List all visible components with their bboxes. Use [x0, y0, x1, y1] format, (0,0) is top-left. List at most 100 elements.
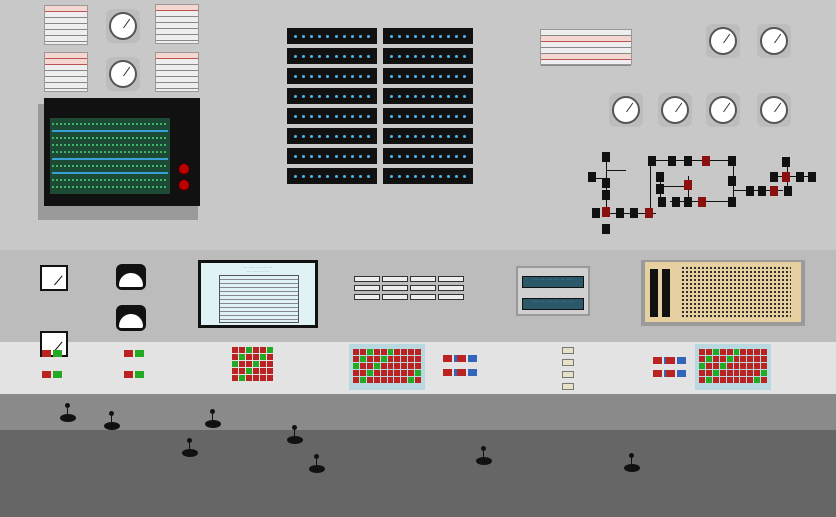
toggle-switch[interactable]	[135, 350, 144, 357]
indicator-led[interactable]	[401, 356, 408, 362]
indicator-led[interactable]	[705, 377, 712, 383]
toggle-switch[interactable]	[457, 355, 466, 362]
rotary-dial-icon[interactable]	[106, 9, 140, 43]
indicator-led[interactable]	[747, 356, 754, 362]
indicator-led[interactable]	[380, 356, 387, 362]
indicator-led[interactable]	[260, 375, 266, 381]
indicator-led[interactable]	[380, 377, 387, 383]
indicator-led[interactable]	[415, 377, 422, 383]
toggle-switch[interactable]	[53, 371, 62, 378]
indicator-led[interactable]	[740, 356, 747, 362]
indicator-led[interactable]	[747, 377, 754, 383]
indicator-led[interactable]	[712, 377, 719, 383]
indicator-led[interactable]	[394, 377, 401, 383]
mini-switch[interactable]	[562, 347, 574, 354]
indicator-led[interactable]	[232, 361, 238, 367]
toggle-switch[interactable]	[677, 357, 686, 364]
mini-switch[interactable]	[562, 371, 574, 378]
indicator-led[interactable]	[366, 370, 373, 376]
indicator-led[interactable]	[239, 375, 245, 381]
indicator-led[interactable]	[719, 363, 726, 369]
indicator-led[interactable]	[401, 349, 408, 355]
indicator-led[interactable]	[253, 375, 259, 381]
control-knob-icon[interactable]	[60, 403, 76, 422]
indicator-led[interactable]	[719, 349, 726, 355]
indicator-led[interactable]	[239, 361, 245, 367]
control-knob-icon[interactable]	[624, 453, 640, 472]
switch-pair[interactable]	[42, 350, 64, 358]
toggle-switch[interactable]	[666, 370, 675, 377]
switch-pair[interactable]	[457, 369, 479, 377]
indicator-led[interactable]	[260, 354, 266, 360]
indicator-led[interactable]	[415, 356, 422, 362]
indicator-led[interactable]	[408, 349, 415, 355]
indicator-led[interactable]	[415, 349, 422, 355]
indicator-led[interactable]	[373, 349, 380, 355]
indicator-led[interactable]	[387, 349, 394, 355]
rotary-dial-icon[interactable]	[706, 93, 740, 127]
indicator-led[interactable]	[353, 370, 359, 376]
indicator-led[interactable]	[353, 349, 359, 355]
indicator-led[interactable]	[246, 368, 252, 374]
indicator-led[interactable]	[401, 363, 408, 369]
indicator-led[interactable]	[239, 368, 245, 374]
rotary-dial-icon[interactable]	[106, 57, 140, 91]
indicator-led[interactable]	[754, 370, 761, 376]
rotary-dial-icon[interactable]	[658, 93, 692, 127]
indicator-led[interactable]	[747, 370, 754, 376]
indicator-led[interactable]	[359, 377, 366, 383]
indicator-led[interactable]	[373, 370, 380, 376]
indicator-led[interactable]	[267, 361, 273, 367]
rotary-dial-icon[interactable]	[609, 93, 643, 127]
toggle-switch[interactable]	[457, 369, 466, 376]
indicator-led[interactable]	[754, 377, 761, 383]
toggle-switch[interactable]	[677, 370, 686, 377]
indicator-led[interactable]	[246, 347, 252, 353]
indicator-led[interactable]	[733, 370, 740, 376]
indicator-led[interactable]	[719, 377, 726, 383]
indicator-led[interactable]	[401, 377, 408, 383]
indicator-led[interactable]	[712, 363, 719, 369]
indicator-led[interactable]	[761, 363, 768, 369]
indicator-led[interactable]	[359, 363, 366, 369]
indicator-led[interactable]	[394, 349, 401, 355]
indicator-led[interactable]	[373, 363, 380, 369]
toggle-switch[interactable]	[124, 350, 133, 357]
indicator-led[interactable]	[387, 370, 394, 376]
control-knob-icon[interactable]	[309, 454, 325, 473]
indicator-led[interactable]	[733, 349, 740, 355]
indicator-led[interactable]	[712, 370, 719, 376]
indicator-led[interactable]	[699, 349, 705, 355]
indicator-led[interactable]	[387, 377, 394, 383]
indicator-led[interactable]	[267, 368, 273, 374]
indicator-led[interactable]	[726, 370, 733, 376]
indicator-led[interactable]	[359, 370, 366, 376]
indicator-block[interactable]	[228, 342, 278, 384]
indicator-led[interactable]	[267, 347, 273, 353]
toggle-switch[interactable]	[653, 370, 662, 377]
control-knob-icon[interactable]	[182, 438, 198, 457]
mini-switch[interactable]	[562, 359, 574, 366]
indicator-led[interactable]	[733, 356, 740, 362]
indicator-led[interactable]	[747, 363, 754, 369]
indicator-led[interactable]	[246, 361, 252, 367]
indicator-led[interactable]	[401, 370, 408, 376]
indicator-led[interactable]	[699, 370, 705, 376]
switch-pair[interactable]	[124, 371, 146, 379]
indicator-led[interactable]	[394, 370, 401, 376]
control-knob-icon[interactable]	[104, 411, 120, 430]
toggle-switch[interactable]	[666, 357, 675, 364]
crt-red-button[interactable]	[178, 179, 190, 191]
indicator-led[interactable]	[380, 370, 387, 376]
indicator-led[interactable]	[260, 368, 266, 374]
indicator-led[interactable]	[705, 363, 712, 369]
indicator-led[interactable]	[260, 361, 266, 367]
indicator-led[interactable]	[394, 356, 401, 362]
switch-bank[interactable]	[349, 344, 425, 390]
indicator-led[interactable]	[253, 347, 259, 353]
indicator-led[interactable]	[712, 349, 719, 355]
indicator-led[interactable]	[754, 356, 761, 362]
toggle-switch[interactable]	[443, 369, 452, 376]
indicator-led[interactable]	[733, 363, 740, 369]
indicator-led[interactable]	[260, 347, 266, 353]
